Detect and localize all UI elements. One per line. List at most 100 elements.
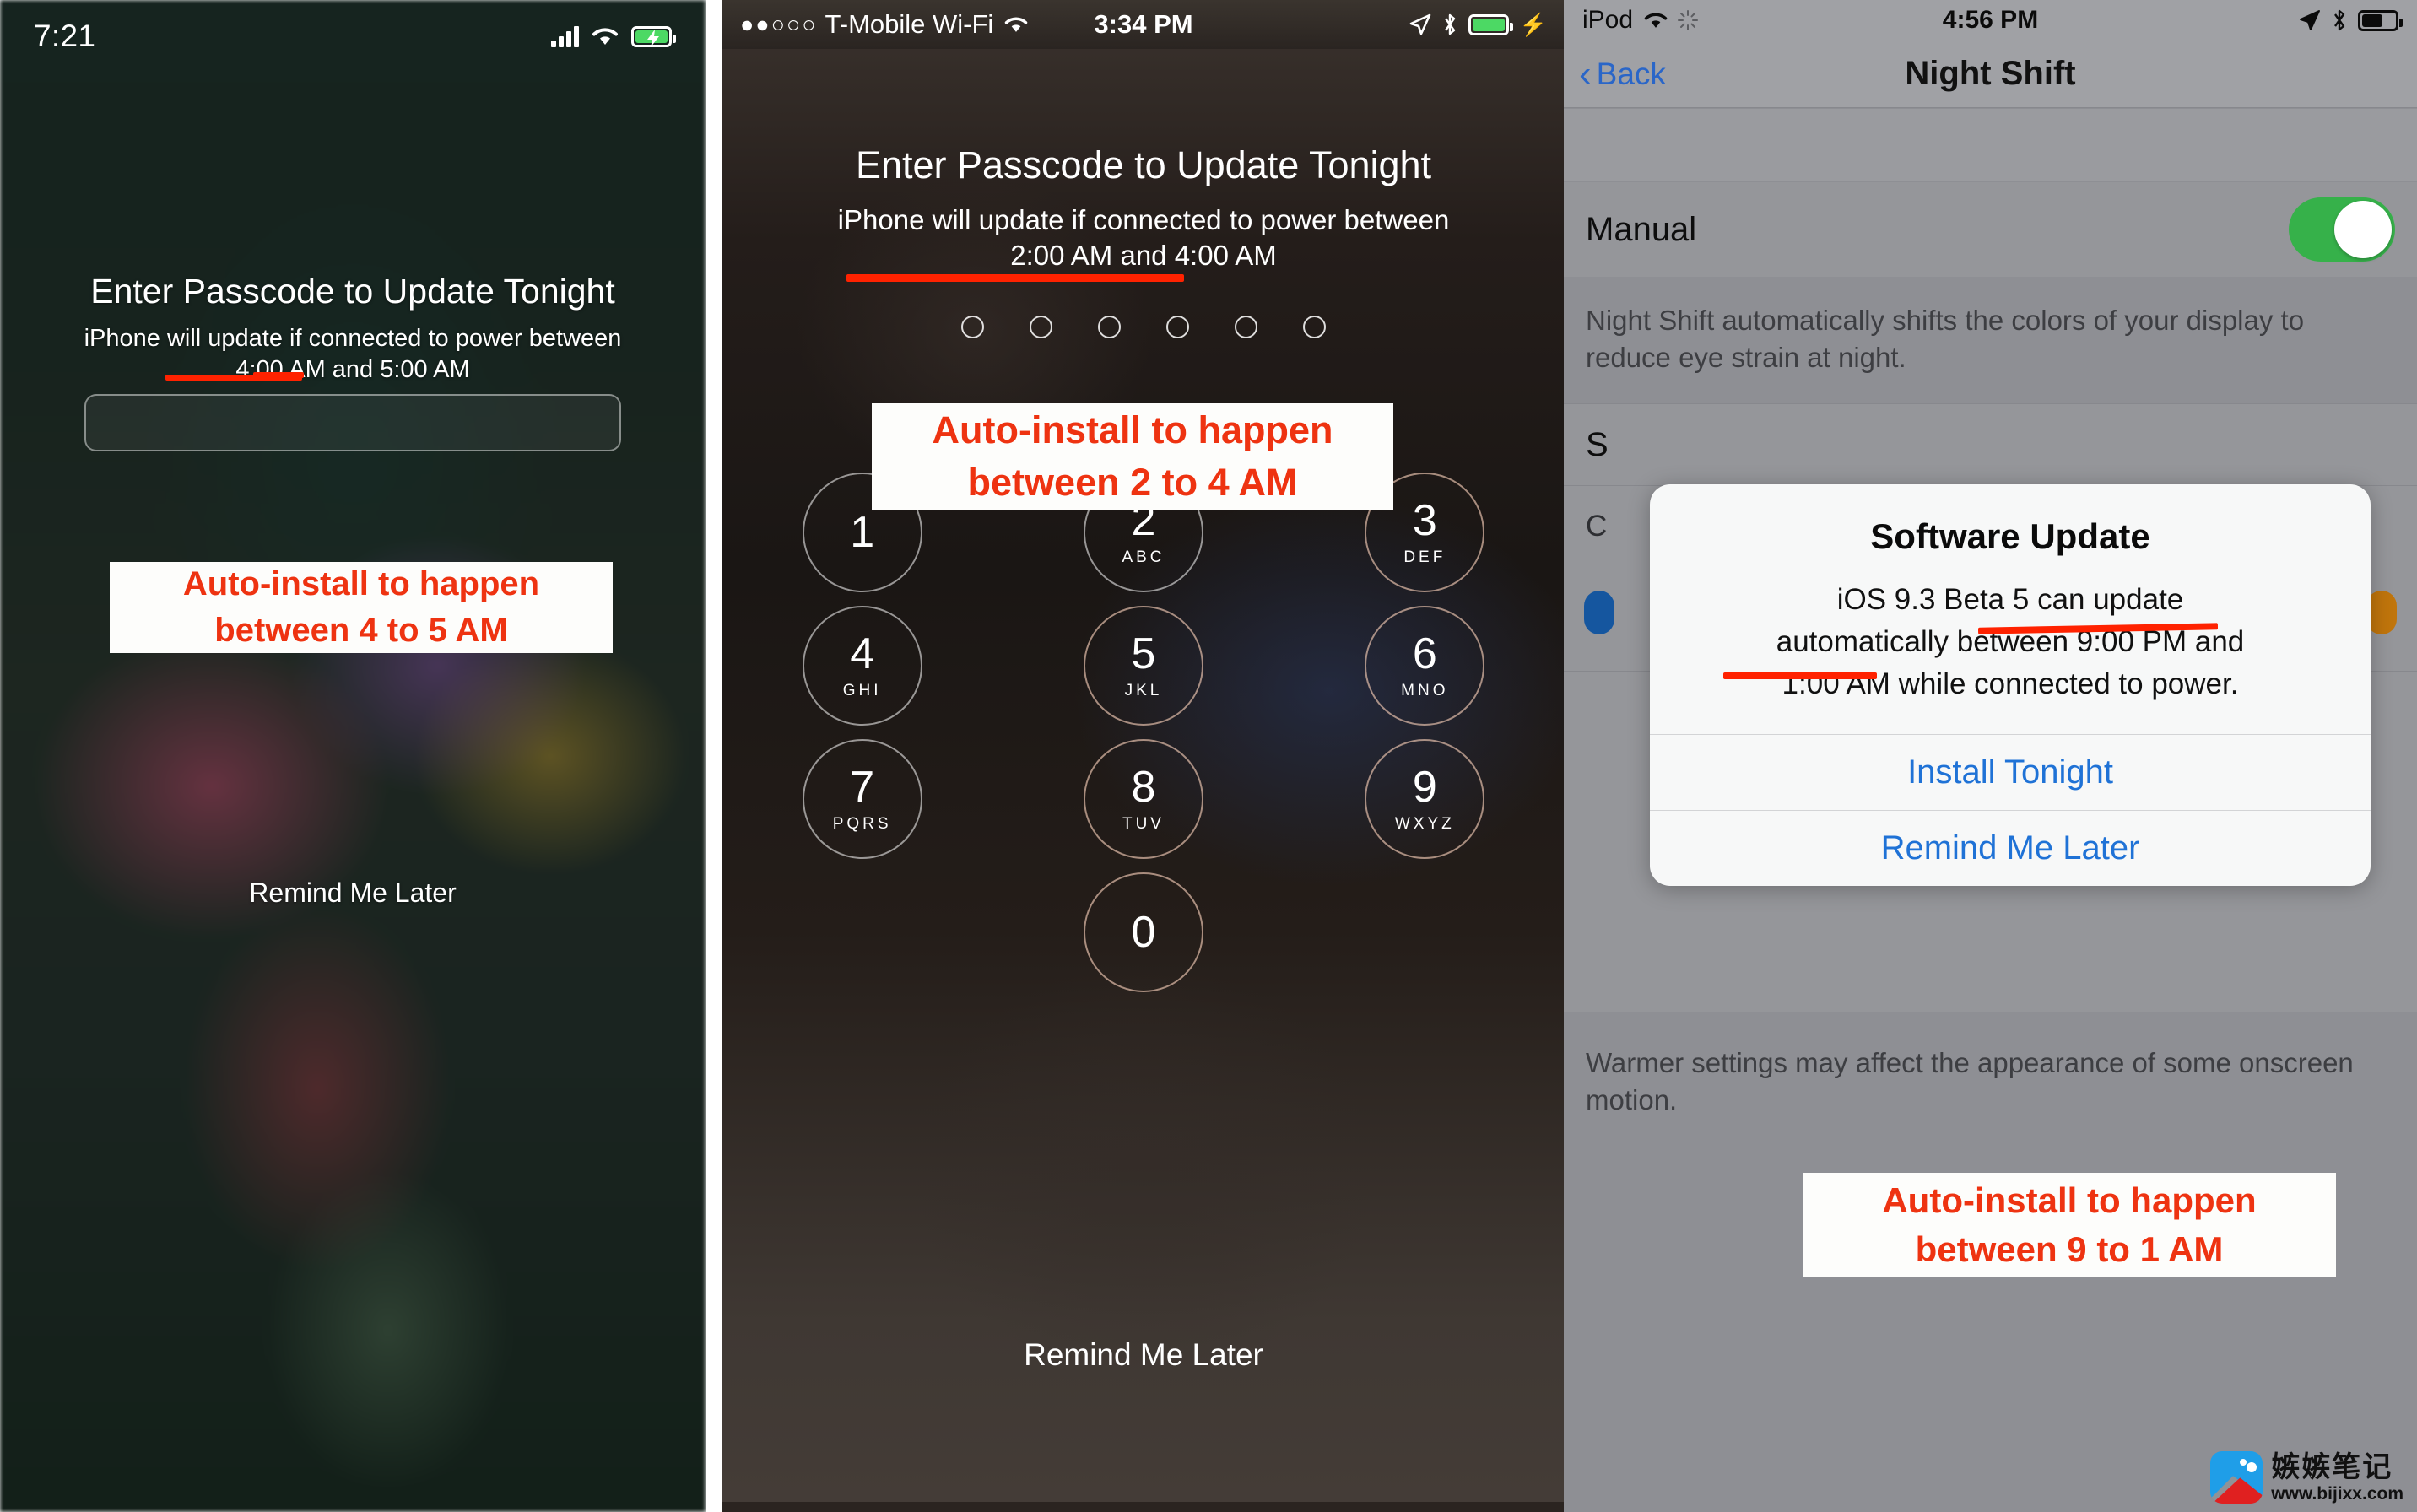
p2-underline-annotation: [846, 274, 1184, 282]
p1-remind-me-later-button[interactable]: Remind Me Later: [0, 878, 706, 909]
install-tonight-button[interactable]: Install Tonight: [1650, 734, 2371, 810]
key-letters: GHI: [842, 681, 882, 699]
wifi-icon: [1005, 17, 1028, 32]
panel-iphone-lockscreen-passcode-prompt: 7:21 Enter Passcode to Update Tonight iP…: [0, 0, 706, 1512]
key-letters: WXYZ: [1394, 814, 1455, 833]
lightning-bolt-icon: ⚡: [1519, 11, 1547, 37]
p3-annotation-box: Auto-install to happen between 9 to 1 AM: [1803, 1173, 2336, 1277]
passcode-dot: [1030, 316, 1052, 338]
p1-title: Enter Passcode to Update Tonight: [90, 272, 615, 310]
passcode-dot: [1235, 316, 1257, 338]
wifi-icon: [592, 28, 618, 45]
p2-subtitle-line2: 2:00 AM and 4:00 AM: [1010, 240, 1277, 271]
battery-icon: [1468, 14, 1513, 35]
keypad-key-9[interactable]: 9 WXYZ: [1365, 739, 1485, 859]
passcode-dot-indicators: [722, 316, 1565, 338]
p2-annotation-line2: between 2 to 4 AM: [967, 461, 1298, 504]
software-update-alert-dialog: Software Update iOS 9.3 Beta 5 can updat…: [1650, 484, 2371, 886]
p3-annotation-line2: between 9 to 1 AM: [1915, 1229, 2224, 1269]
settings-section-gap: [1564, 109, 2417, 181]
manual-toggle-switch[interactable]: [2289, 197, 2395, 262]
key-number: 9: [1412, 762, 1437, 812]
p2-title: Enter Passcode to Update Tonight: [855, 143, 1432, 186]
panel-iphone-passcode-keypad: ●●○○○ T-Mobile Wi-Fi 3:34 PM ⚡ Enter Pas…: [722, 0, 1565, 1512]
p1-subtitle-line1: iPhone will update if connected to power…: [84, 325, 622, 352]
status-bar-panel2: ●●○○○ T-Mobile Wi-Fi 3:34 PM ⚡: [722, 0, 1565, 49]
key-letters: MNO: [1401, 681, 1449, 699]
p1-subtitle-line2: 4:00 AM and 5:00 AM: [235, 356, 470, 383]
key-number: 7: [850, 762, 875, 812]
p1-annotation-line2: between 4 to 5 AM: [214, 612, 508, 649]
battery-icon: [2358, 9, 2403, 31]
alert-remind-me-later-button[interactable]: Remind Me Later: [1650, 810, 2371, 886]
navigation-bar: ‹ Back Night Shift: [1564, 40, 2417, 108]
alert-message: iOS 9.3 Beta 5 can update automatically …: [1680, 579, 2340, 705]
keypad-key-0[interactable]: 0: [1083, 872, 1203, 992]
setting-row-manual[interactable]: Manual: [1564, 182, 2417, 277]
p2-subtitle-line1: iPhone will update if connected to power…: [837, 204, 1450, 235]
passcode-input[interactable]: [84, 394, 621, 451]
status-time: 3:34 PM: [1094, 9, 1193, 39]
p2-remind-me-later-button[interactable]: Remind Me Later: [722, 1337, 1565, 1373]
alert-message-line3: 1:00 AM while connected to power.: [1782, 667, 2239, 700]
alert-message-line1: iOS 9.3 Beta 5 can update: [1836, 583, 2184, 616]
manual-label: Manual: [1586, 210, 1697, 248]
key-letters: ABC: [1122, 548, 1165, 566]
passcode-dot: [1098, 316, 1121, 338]
watermark-logo-icon: [2210, 1451, 2263, 1504]
key-number: 3: [1412, 495, 1437, 545]
status-time: 4:56 PM: [1942, 6, 2039, 34]
key-number: 6: [1412, 629, 1437, 678]
key-letters: PQRS: [832, 814, 892, 833]
toggle-knob: [2334, 201, 2392, 258]
status-bar-panel1: 7:21: [0, 0, 706, 73]
p2-subtitle: iPhone will update if connected to power…: [722, 202, 1565, 273]
setting-row-scheduled[interactable]: S: [1564, 403, 2417, 486]
wallpaper-blurred: [0, 0, 706, 1512]
key-letters: JKL: [1124, 681, 1163, 699]
activity-spinner-icon: [1678, 10, 1699, 30]
warmer-settings-description: Warmer settings may affect the appearanc…: [1586, 1047, 2354, 1115]
panel2-bottom-strip: [722, 1502, 1565, 1512]
location-arrow-icon: [1409, 14, 1430, 35]
p3-underline-annotation-2: [1723, 672, 1877, 679]
key-number: 5: [1131, 629, 1156, 678]
p1-underline-annotation-2: [253, 372, 304, 378]
location-arrow-icon: [2300, 10, 2320, 30]
keypad-key-4[interactable]: 4 GHI: [802, 606, 922, 726]
keypad-key-8[interactable]: 8 TUV: [1083, 739, 1203, 859]
alert-title: Software Update: [1870, 516, 2150, 556]
back-button[interactable]: ‹ Back: [1564, 52, 1666, 94]
battery-charging-icon: [631, 25, 676, 47]
p1-annotation-box: Auto-install to happen between 4 to 5 AM: [110, 562, 613, 653]
bluetooth-icon: [2334, 9, 2345, 31]
slider-end-warm: [2366, 591, 2397, 634]
panel-ipod-night-shift-settings: iPod 4:56 PM ‹ Back Night Shift Manual N…: [1564, 0, 2417, 1512]
passcode-dot: [1166, 316, 1189, 338]
device-label: iPod: [1582, 6, 1634, 34]
slider-end-cool: [1584, 591, 1614, 634]
key-letters: DEF: [1403, 548, 1446, 566]
watermark-url: www.bijixx.com: [2271, 1483, 2403, 1504]
p2-annotation-box: Auto-install to happen between 2 to 4 AM: [872, 403, 1393, 510]
p1-subtitle: iPhone will update if connected to power…: [0, 323, 706, 386]
watermark-brand: 嫉嫉笔记: [2271, 1450, 2393, 1484]
keypad-key-7[interactable]: 7 PQRS: [802, 739, 922, 859]
passcode-dot: [1303, 316, 1326, 338]
key-number: 0: [1131, 908, 1156, 957]
key-number: 4: [850, 629, 875, 678]
key-letters: TUV: [1122, 814, 1165, 833]
signal-bars-icon: [551, 25, 579, 47]
status-time: 7:21: [34, 19, 96, 53]
chevron-left-icon: ‹: [1579, 52, 1592, 94]
keypad-key-6[interactable]: 6 MNO: [1365, 606, 1485, 726]
p1-annotation-line1: Auto-install to happen: [182, 564, 540, 602]
p3-annotation-line1: Auto-install to happen: [1882, 1180, 2257, 1221]
night-shift-description: Night Shift automatically shifts the col…: [1586, 305, 2305, 373]
status-bar-panel3: iPod 4:56 PM: [1564, 0, 2417, 40]
carrier-label: T-Mobile Wi-Fi: [825, 9, 994, 39]
key-number: 1: [850, 508, 875, 557]
keypad-key-5[interactable]: 5 JKL: [1083, 606, 1203, 726]
signal-dots-icon: ●●○○○: [740, 11, 818, 37]
screenshot-root: 7:21 Enter Passcode to Update Tonight iP…: [0, 0, 2417, 1512]
